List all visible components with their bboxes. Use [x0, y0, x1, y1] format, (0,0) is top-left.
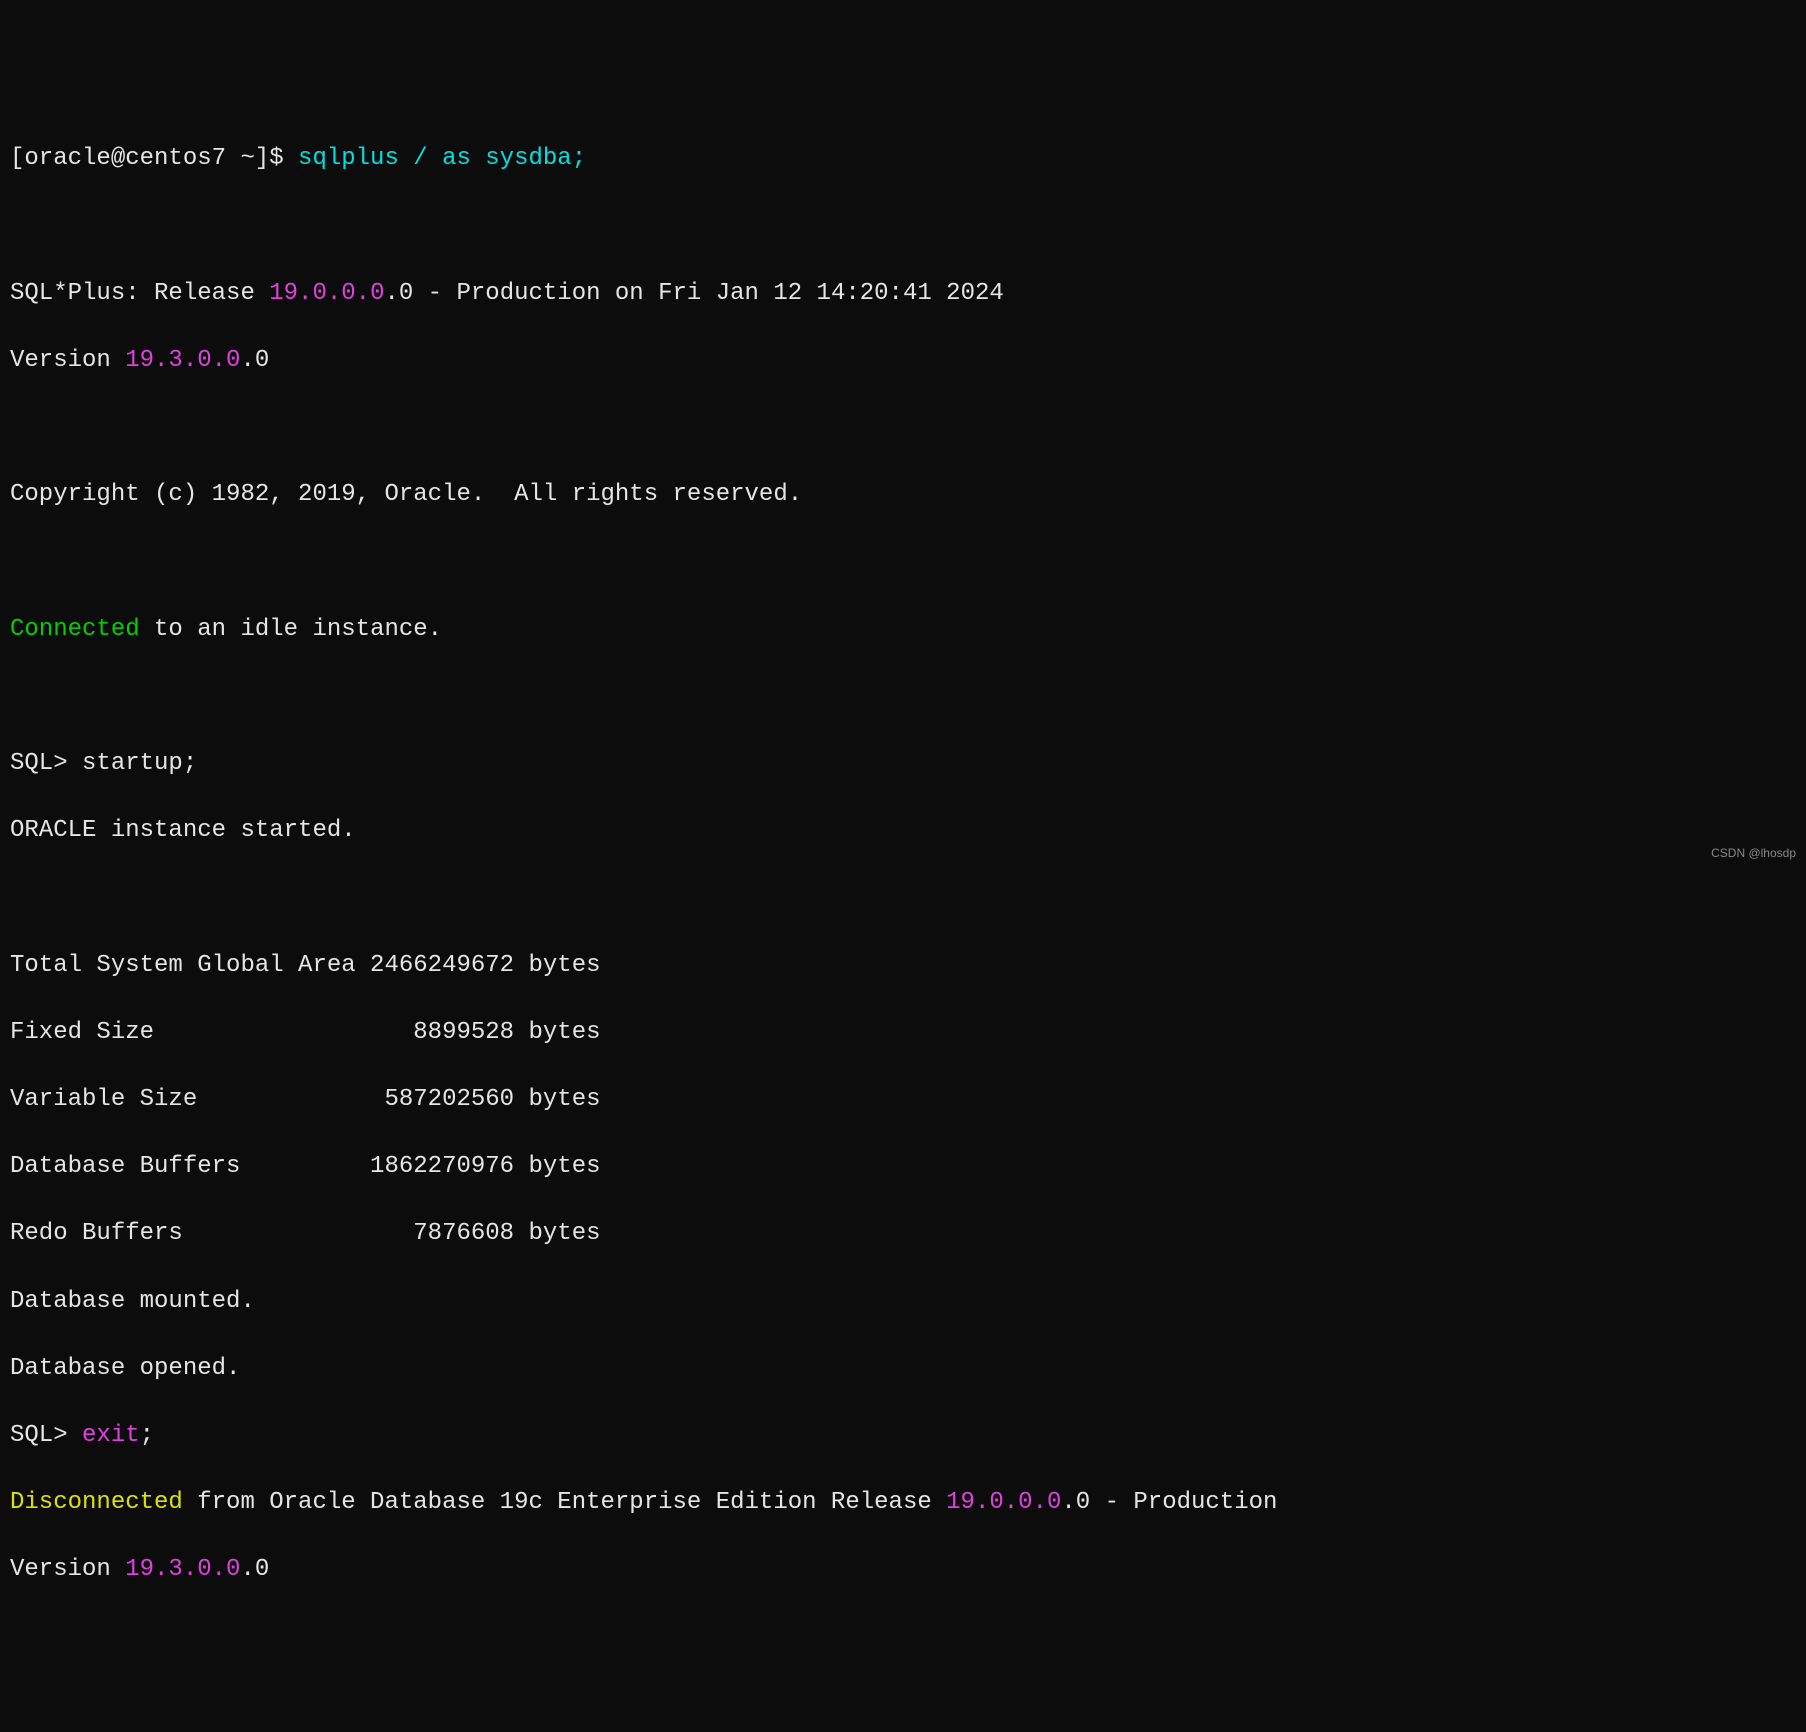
fixed-size-line: Fixed Size 8899528 bytes [10, 1016, 1796, 1050]
connected-text: to an idle instance. [140, 616, 442, 643]
prompt-line[interactable]: [oracle@centos7 ~]$ sqlplus / as sysdba; [10, 142, 1796, 176]
watermark: CSDN @lhosdp [1711, 845, 1796, 862]
version-label: Version [10, 347, 125, 374]
banner-text: .0 - Production on Fri Jan 12 14:20:41 2… [384, 280, 1003, 307]
sga-line: Total System Global Area 2466249672 byte… [10, 949, 1796, 983]
connected-status: Connected [10, 616, 140, 643]
banner-version: Version 19.3.0.0.0 [10, 344, 1796, 378]
version-suffix: .0 [240, 347, 269, 374]
database-opened: Database opened. [10, 1352, 1796, 1386]
blank-line [10, 680, 1796, 714]
disconnected-text: from Oracle Database 19c Enterprise Edit… [183, 1489, 946, 1516]
sql-command: startup; [82, 750, 197, 777]
disconnected-line: Disconnected from Oracle Database 19c En… [10, 1486, 1796, 1520]
copyright-line: Copyright (c) 1982, 2019, Oracle. All ri… [10, 478, 1796, 512]
version-number: 19.3.0.0 [125, 1556, 240, 1583]
instance-started: ORACLE instance started. [10, 814, 1796, 848]
banner-release: SQL*Plus: Release 19.0.0.0.0 - Productio… [10, 277, 1796, 311]
connected-line: Connected to an idle instance. [10, 613, 1796, 647]
blank-line [10, 881, 1796, 915]
exit-command: exit [82, 1422, 140, 1449]
version-label: Version [10, 1556, 125, 1583]
version-suffix: .0 [240, 1556, 269, 1583]
blank-line [10, 411, 1796, 445]
version-number: 19.3.0.0 [125, 347, 240, 374]
variable-size-line: Variable Size 587202560 bytes [10, 1083, 1796, 1117]
sql-prompt: SQL> [10, 1422, 82, 1449]
sql-prompt: SQL> [10, 750, 82, 777]
shell-command: sqlplus / as sysdba; [298, 145, 586, 172]
release-version: 19.0.0.0 [946, 1489, 1061, 1516]
shell-prompt: [oracle@centos7 ~]$ [10, 145, 298, 172]
final-version-line: Version 19.3.0.0.0 [10, 1553, 1796, 1587]
blank-line [10, 210, 1796, 244]
redo-buffers-line: Redo Buffers 7876608 bytes [10, 1217, 1796, 1251]
sql-prompt-line[interactable]: SQL> startup; [10, 747, 1796, 781]
database-buffers-line: Database Buffers 1862270976 bytes [10, 1150, 1796, 1184]
blank-line [10, 546, 1796, 580]
sql-prompt-line[interactable]: SQL> exit; [10, 1419, 1796, 1453]
disconnected-suffix: .0 - Production [1061, 1489, 1277, 1516]
database-mounted: Database mounted. [10, 1285, 1796, 1319]
disconnected-status: Disconnected [10, 1489, 183, 1516]
banner-text: SQL*Plus: Release [10, 280, 269, 307]
release-version: 19.0.0.0 [269, 280, 384, 307]
semicolon: ; [140, 1422, 154, 1449]
